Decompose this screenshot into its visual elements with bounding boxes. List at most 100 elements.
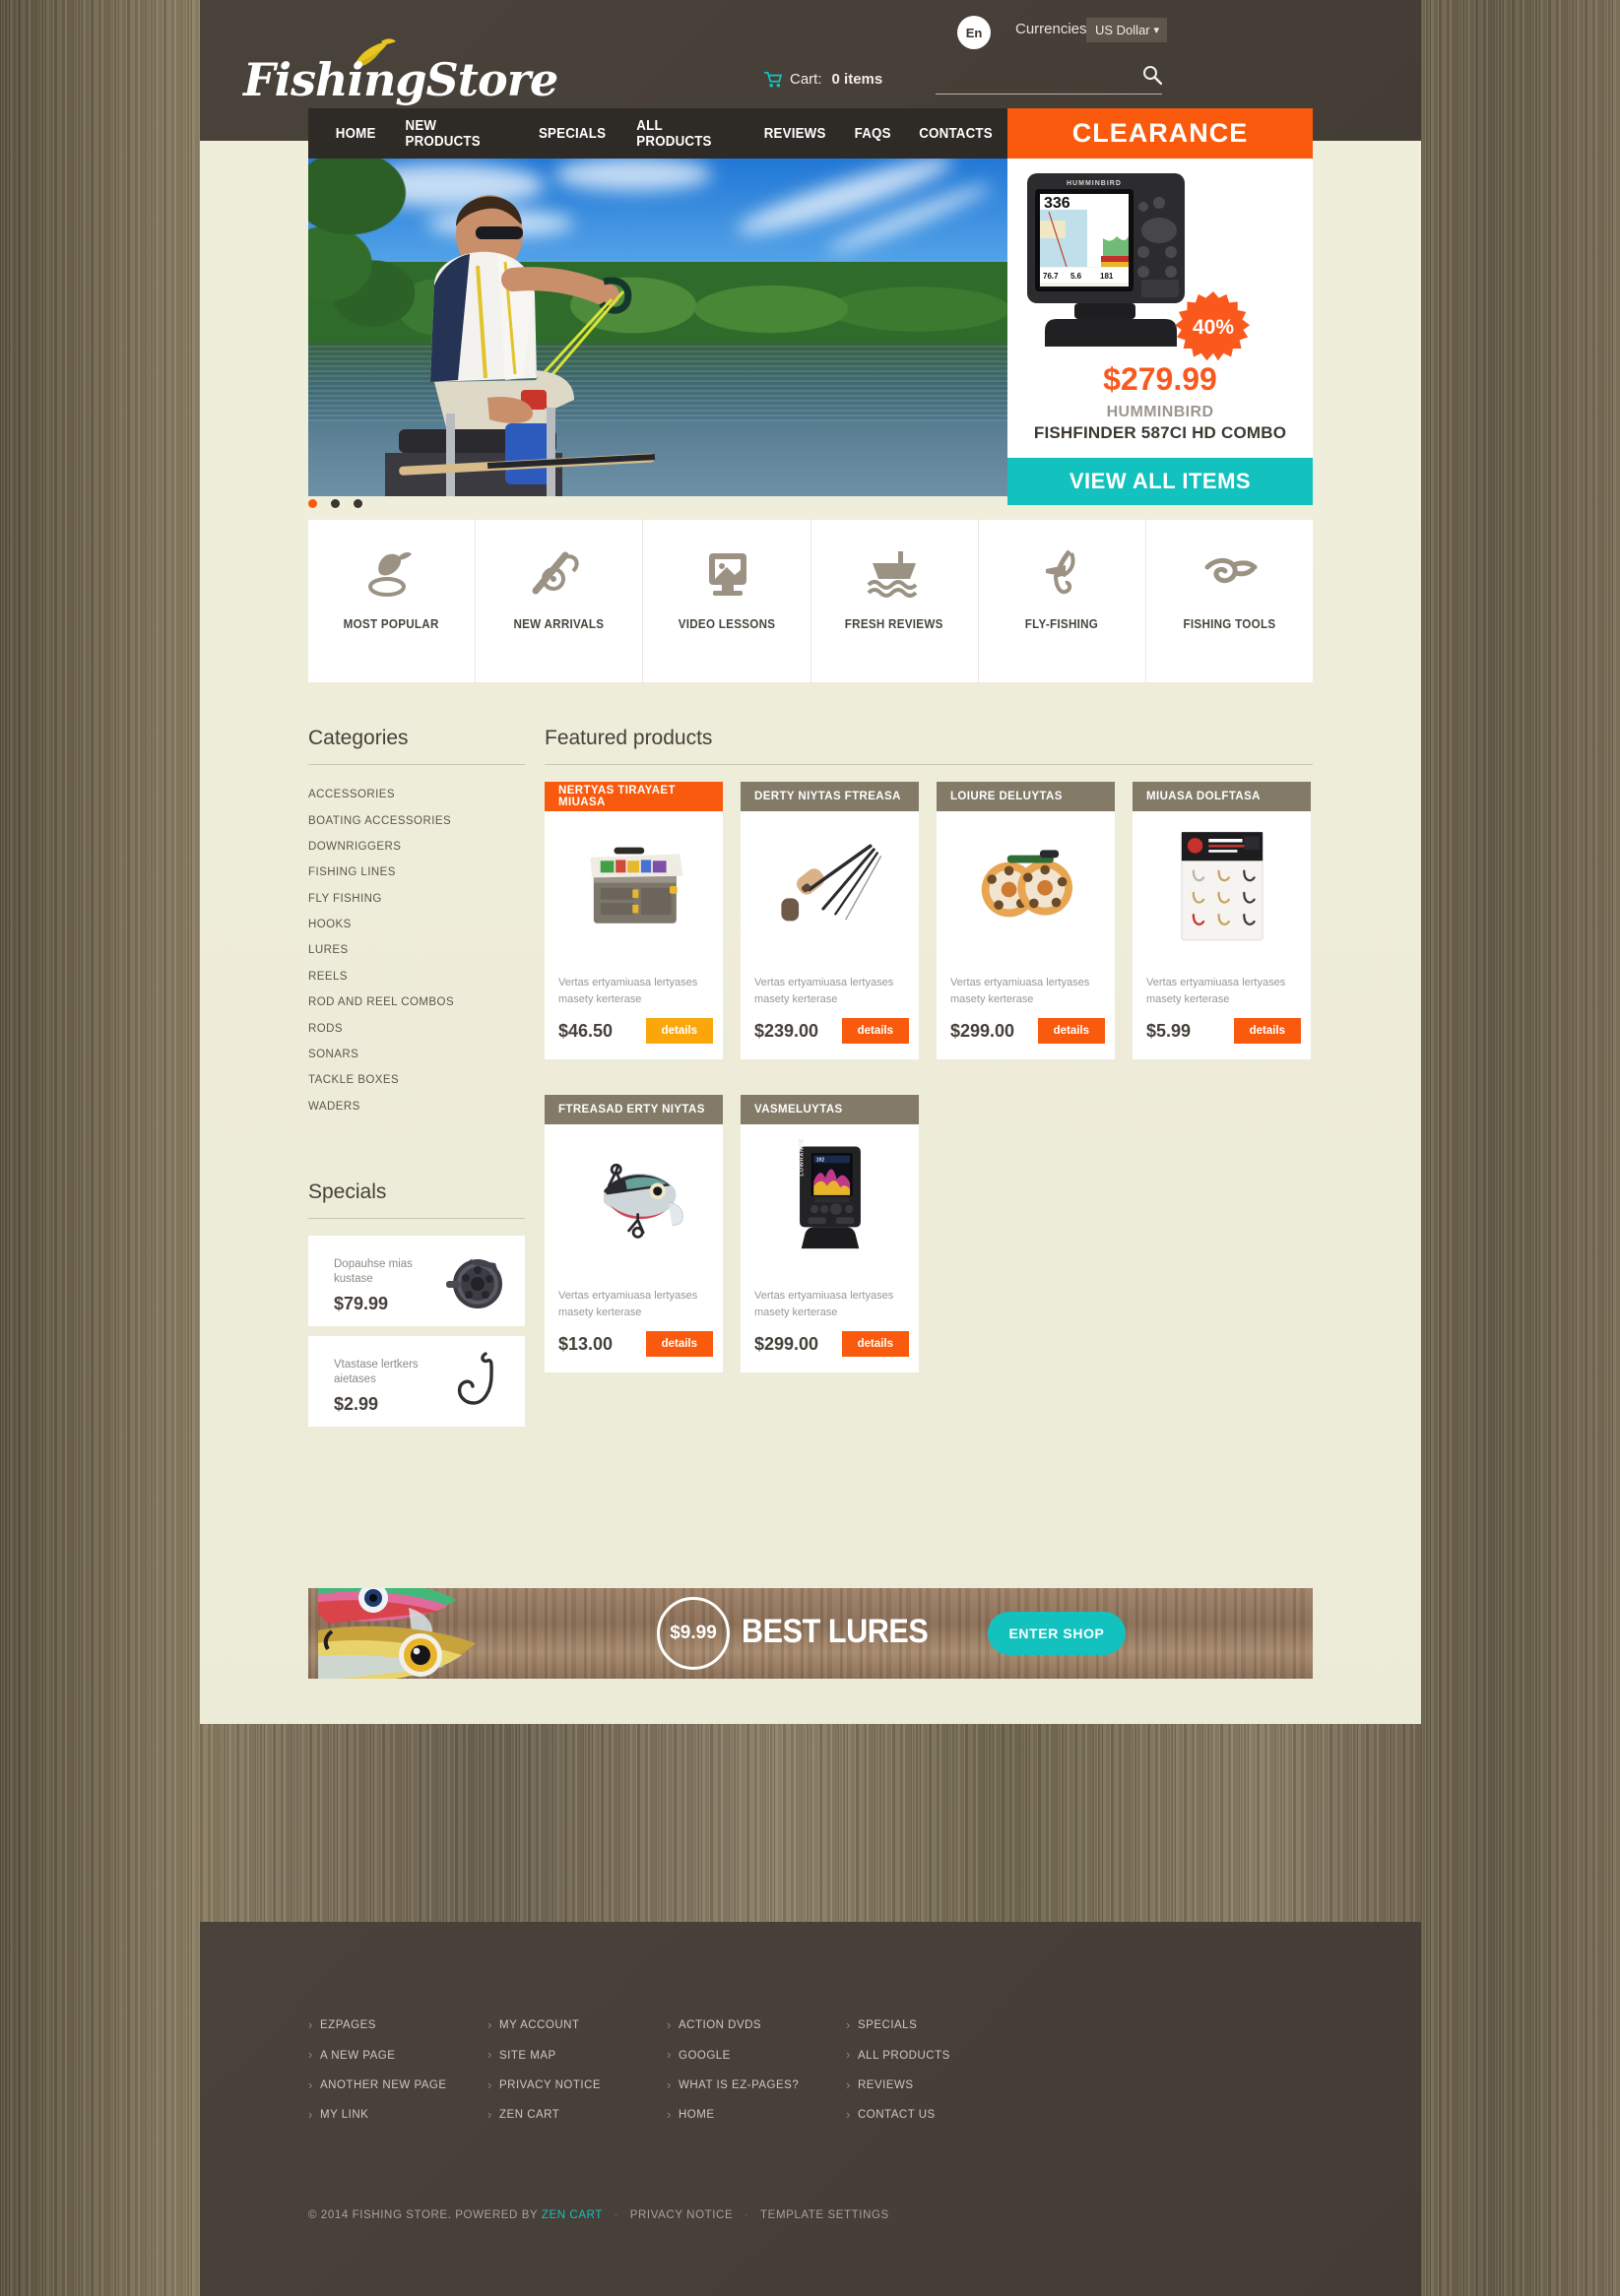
footer-link-ezpages[interactable]: EZPAGES bbox=[308, 2010, 487, 2040]
page-content: 336 76.7 5.6 181 HUMMINBIRD 40% $279.99 … bbox=[200, 141, 1421, 1724]
details-button[interactable]: details bbox=[645, 1018, 713, 1044]
details-button[interactable]: details bbox=[841, 1331, 909, 1357]
product-card[interactable]: NERTYAS TIRAYAET MIUASA Vertas ertyamiua… bbox=[545, 782, 723, 1059]
special-name: Dopauhse mias kustase bbox=[334, 1257, 413, 1286]
sidebar-item-downriggers[interactable]: DOWNRIGGERS bbox=[308, 834, 525, 860]
fishing-rod-reel-icon bbox=[532, 551, 579, 595]
footer-link-a-new-page[interactable]: A NEW PAGE bbox=[308, 2040, 487, 2070]
nav-item-faqs[interactable]: FAQS bbox=[843, 126, 901, 142]
featured-products-section: Featured products NERTYAS TIRAYAET MIUAS… bbox=[545, 727, 1313, 1390]
footer-link-contact-us[interactable]: CONTACT US bbox=[846, 2100, 1025, 2130]
footer-link-specials[interactable]: SPECIALS bbox=[846, 2010, 1025, 2040]
slider-dot-2[interactable] bbox=[331, 499, 340, 508]
footer-link-what-is-ezpages[interactable]: WHAT IS EZ-PAGES? bbox=[667, 2071, 846, 2100]
footer-link-my-link[interactable]: MY LINK bbox=[308, 2100, 487, 2130]
currency-label: Currencies: bbox=[1015, 21, 1091, 37]
footer-link-privacy-notice[interactable]: PRIVACY NOTICE bbox=[487, 2071, 667, 2100]
product-name: FTREASAD ERTY NIYTAS bbox=[545, 1095, 723, 1124]
product-card[interactable]: VASMELUYTAS 192 LOWRANCE Vertas ertyamiu… bbox=[741, 1095, 919, 1372]
product-card[interactable]: LOIURE DELUYTAS Vertas ertyamiuasa lerty… bbox=[937, 782, 1115, 1059]
special-name: Vtastase lertkers aietases bbox=[334, 1358, 419, 1386]
featured-products-title: Featured products bbox=[545, 727, 713, 749]
footer-column-2: MY ACCOUNT SITE MAP PRIVACY NOTICE ZEN C… bbox=[487, 2010, 667, 2131]
shortcut-most-popular[interactable]: MOST POPULAR bbox=[308, 520, 477, 682]
copyright-text: © 2014 FISHING STORE. POWERED BY bbox=[308, 2209, 539, 2221]
product-card[interactable]: FTREASAD ERTY NIYTAS Vertas ertyamiuasa … bbox=[545, 1095, 723, 1372]
sidebar-item-rod-and-reel-combos[interactable]: ROD AND REEL COMBOS bbox=[308, 989, 525, 1015]
details-button[interactable]: details bbox=[1037, 1018, 1105, 1044]
nav-item-reviews[interactable]: REVIEWS bbox=[753, 126, 837, 142]
sidebar-item-reels[interactable]: REELS bbox=[308, 964, 525, 989]
footer-link-another-new-page[interactable]: ANOTHER NEW PAGE bbox=[308, 2071, 487, 2100]
shortcut-fresh-reviews[interactable]: FRESH REVIEWS bbox=[811, 520, 979, 682]
product-footer: $5.99 details bbox=[1133, 1016, 1311, 1059]
cart-link[interactable]: Cart: 0 items bbox=[764, 71, 882, 88]
shortcut-fishing-tools[interactable]: FISHING TOOLS bbox=[1146, 520, 1313, 682]
currency-select[interactable]: US Dollar ▾ bbox=[1086, 18, 1167, 42]
footer-link-zen-cart[interactable]: ZEN CART bbox=[487, 2100, 667, 2130]
sidebar-item-waders[interactable]: WADERS bbox=[308, 1094, 525, 1119]
product-card[interactable]: DERTY NIYTAS FTREASA Vertas ertyamiuasa … bbox=[741, 782, 919, 1059]
specials-title: Specials bbox=[308, 1180, 387, 1203]
view-all-items-button[interactable]: VIEW ALL ITEMS bbox=[1007, 458, 1313, 505]
product-card[interactable]: MIUASA DOLFTASA Vertas ertyamiuasa lerty… bbox=[1133, 782, 1311, 1059]
shortcut-fly-fishing[interactable]: FLY-FISHING bbox=[979, 520, 1146, 682]
sidebar-item-fishing-lines[interactable]: FISHING LINES bbox=[308, 860, 525, 885]
site-logo[interactable]: FishingStore bbox=[243, 37, 558, 106]
nav-item-home[interactable]: HOME bbox=[325, 126, 387, 142]
sidebar-item-boating-accessories[interactable]: BOATING ACCESSORIES bbox=[308, 807, 525, 833]
language-badge[interactable]: En bbox=[957, 16, 991, 49]
sidebar-item-rods[interactable]: RODS bbox=[308, 1015, 525, 1041]
footer-link-my-account[interactable]: MY ACCOUNT bbox=[487, 2010, 667, 2040]
logo-wordmark: FishingStore bbox=[243, 53, 558, 106]
product-price: $5.99 bbox=[1146, 1020, 1192, 1041]
sidebar-item-fly-fishing[interactable]: FLY FISHING bbox=[308, 886, 525, 912]
search-icon[interactable] bbox=[1142, 65, 1162, 85]
clearance-product-panel: 336 76.7 5.6 181 HUMMINBIRD 40% $279.99 … bbox=[1007, 152, 1313, 496]
sidebar-item-sonars[interactable]: SONARS bbox=[308, 1042, 525, 1067]
shortcut-video-lessons[interactable]: VIDEO LESSONS bbox=[643, 520, 811, 682]
footer-column-1: EZPAGES A NEW PAGE ANOTHER NEW PAGE MY L… bbox=[308, 2010, 487, 2131]
footer-link-all-products[interactable]: ALL PRODUCTS bbox=[846, 2040, 1025, 2070]
cart-label: Cart: bbox=[790, 71, 822, 88]
special-item[interactable]: Vtastase lertkers aietases $2.99 bbox=[308, 1335, 525, 1427]
slider-pagination bbox=[308, 499, 362, 508]
details-button[interactable]: details bbox=[645, 1331, 713, 1357]
details-button[interactable]: details bbox=[1233, 1018, 1301, 1044]
search-input[interactable] bbox=[936, 61, 1125, 91]
nav-item-specials[interactable]: SPECIALS bbox=[528, 126, 616, 142]
footer-link-site-map[interactable]: SITE MAP bbox=[487, 2040, 667, 2070]
product-price: $239.00 bbox=[754, 1020, 819, 1041]
sidebar-item-tackle-boxes[interactable]: TACKLE BOXES bbox=[308, 1067, 525, 1093]
sidebar-item-accessories[interactable]: ACCESSORIES bbox=[308, 782, 525, 807]
nav-item-new-products[interactable]: NEW PRODUCTS bbox=[395, 118, 519, 150]
nav-item-contacts[interactable]: CONTACTS bbox=[908, 126, 1004, 142]
details-button[interactable]: details bbox=[841, 1018, 909, 1044]
sidebar-item-hooks[interactable]: HOOKS bbox=[308, 912, 525, 937]
hook-kit-image bbox=[1180, 831, 1264, 941]
zen-cart-link[interactable]: ZEN CART bbox=[542, 2209, 603, 2221]
special-item[interactable]: Dopauhse mias kustase $79.99 bbox=[308, 1235, 525, 1326]
angler-illustration bbox=[385, 195, 656, 496]
footer-link-reviews[interactable]: REVIEWS bbox=[846, 2071, 1025, 2100]
sidebar-item-lures[interactable]: LURES bbox=[308, 937, 525, 963]
divider bbox=[308, 764, 525, 765]
hero-photo[interactable] bbox=[308, 152, 1007, 496]
footer-link-action-dvds[interactable]: ACTION DVDS bbox=[667, 2010, 846, 2040]
product-price: $299.00 bbox=[754, 1333, 819, 1354]
shortcut-label: VIDEO LESSONS bbox=[678, 617, 776, 631]
footer-link-google[interactable]: GOOGLE bbox=[667, 2040, 846, 2070]
shortcut-new-arrivals[interactable]: NEW ARRIVALS bbox=[476, 520, 644, 682]
product-description: Vertas ertyamiuasa lertyases masety kert… bbox=[754, 1290, 894, 1319]
slider-dot-3[interactable] bbox=[354, 499, 362, 508]
promo-banner[interactable]: $9.99 BEST LURES ENTER SHOP bbox=[308, 1588, 1313, 1679]
footer-template-settings-link[interactable]: TEMPLATE SETTINGS bbox=[760, 2209, 889, 2221]
divider bbox=[308, 1217, 525, 1219]
nav-item-all-products[interactable]: ALL PRODUCTS bbox=[625, 118, 745, 150]
footer-privacy-notice-link[interactable]: PRIVACY NOTICE bbox=[630, 2209, 733, 2221]
clearance-tab[interactable]: CLEARANCE bbox=[1007, 108, 1313, 159]
slider-dot-1[interactable] bbox=[308, 499, 317, 508]
enter-shop-button[interactable]: ENTER SHOP bbox=[988, 1612, 1126, 1655]
footer-link-home[interactable]: HOME bbox=[667, 2100, 846, 2130]
product-price: $13.00 bbox=[558, 1333, 614, 1354]
